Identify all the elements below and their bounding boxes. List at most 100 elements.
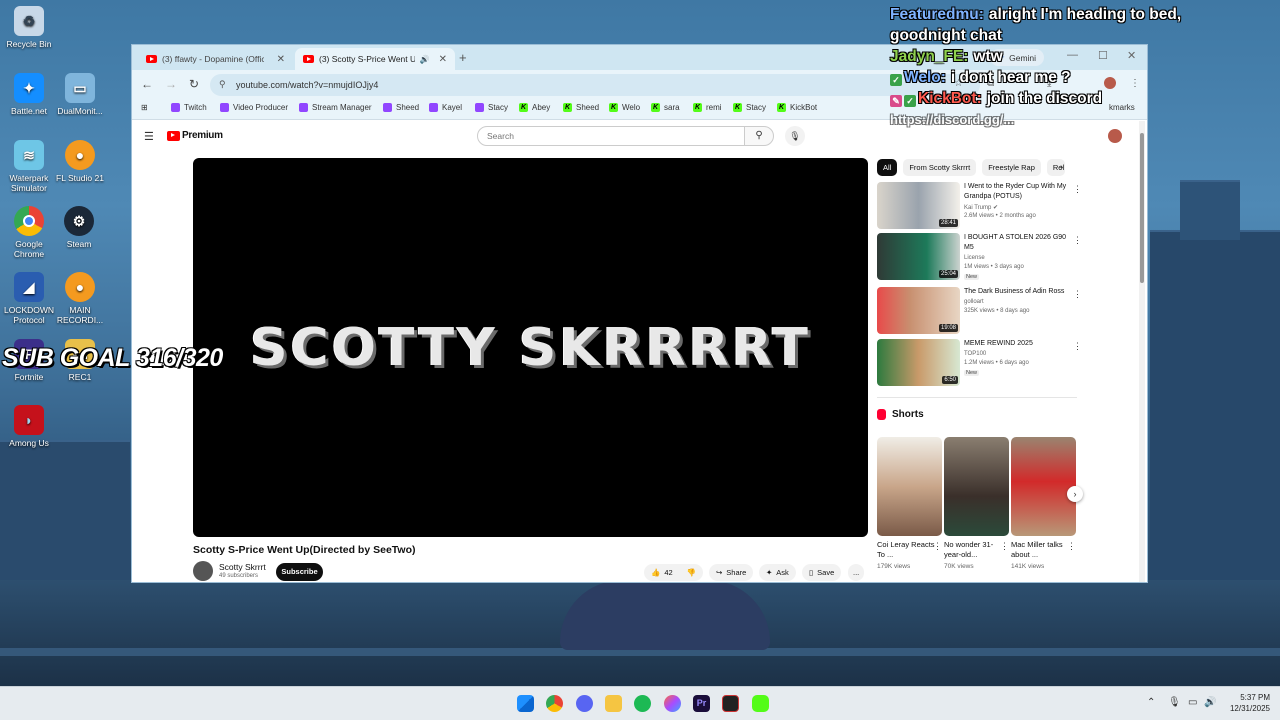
more-options-icon[interactable]: ⋮ xyxy=(1073,341,1082,352)
desktop-icon-waterpark[interactable]: ≋ Waterpark Simulator xyxy=(1,140,57,193)
youtube-favicon-icon xyxy=(146,55,157,63)
chrome-icon[interactable] xyxy=(546,695,563,712)
bookmark-kickbot[interactable]: K KickBot xyxy=(777,103,817,112)
recommendation-item[interactable]: 25:04 I BOUGHT A STOLEN 2026 G90 M5 Lice… xyxy=(877,233,1087,281)
desktop-icon-steam[interactable]: ⚙ Steam xyxy=(51,206,107,249)
thumbs-down-icon[interactable]: 👎 xyxy=(687,568,696,577)
save-button[interactable]: ▯ Save xyxy=(802,564,842,581)
desktop-icon-chrome[interactable]: Google Chrome xyxy=(1,206,57,259)
bookmark-video-producer[interactable]: Video Producer xyxy=(220,103,288,112)
desktop-icon-label: REC1 xyxy=(68,372,92,382)
desktop-icon-fl-studio[interactable]: ● FL Studio 21 xyxy=(52,140,108,183)
desktop-icon-label: Waterpark Simulator xyxy=(9,173,49,193)
more-options-icon[interactable]: ⋮ xyxy=(1073,235,1082,246)
desktop-icon-battlenet[interactable]: ✦ Battle.net xyxy=(1,73,57,116)
more-options-icon[interactable]: ⋮ xyxy=(1073,289,1082,300)
address-bar[interactable]: ⚲ youtube.com/watch?v=nmujdIOJjy4 xyxy=(210,74,980,96)
desktop-icon-lockdown[interactable]: ◢ LOCKDOWN Protocol xyxy=(1,272,57,325)
desktop-icon-label: MAIN RECORDI... xyxy=(56,305,104,325)
channel-name[interactable]: Scotty Skrrrt xyxy=(219,562,266,572)
rec-meta: 1.2M views • 6 days ago xyxy=(964,360,1029,366)
desktop-icon-main-recording[interactable]: ● MAIN RECORDI... xyxy=(52,272,108,325)
reload-button[interactable]: ↻ xyxy=(189,77,199,91)
new-tab-button[interactable]: + xyxy=(459,50,467,65)
short-thumbnail xyxy=(877,437,942,536)
chevron-up-icon[interactable]: ⌃ xyxy=(1147,697,1155,708)
back-button[interactable]: ← xyxy=(141,77,153,91)
chip-all[interactable]: All xyxy=(877,159,898,176)
bookmark-stacy-kick[interactable]: K Stacy xyxy=(733,103,766,112)
network-icon[interactable]: ▭ xyxy=(1188,697,1197,708)
search-button[interactable]: ⚲ xyxy=(744,126,774,146)
youtube-logo-icon xyxy=(167,130,180,141)
more-options-icon[interactable]: ⋮ xyxy=(1067,541,1076,552)
short-title: No wonder 31-year-old... xyxy=(944,540,994,559)
scrollbar-thumb[interactable] xyxy=(1140,133,1144,283)
short-item[interactable]: No wonder 31-year-old... 70K views ⋮ xyxy=(944,437,1009,570)
discord-icon[interactable] xyxy=(576,695,593,712)
more-options-icon[interactable]: ⋮ xyxy=(1000,541,1009,552)
recommendation-item[interactable]: 28:41 I Went to the Ryder Cup With My Gr… xyxy=(877,182,1087,230)
account-avatar[interactable] xyxy=(1108,129,1122,143)
short-item[interactable]: Mac Miller talks about ... 141K views ⋮ xyxy=(1011,437,1076,570)
bookmark-stream-manager[interactable]: Stream Manager xyxy=(299,103,372,112)
site-info-icon[interactable]: ⚲ xyxy=(219,79,226,90)
more-options-icon[interactable]: ⋮ xyxy=(933,541,942,552)
bookmark-sheed-kick[interactable]: K Sheed xyxy=(563,103,599,112)
desktop-icon-recycle-bin[interactable]: ♻ Recycle Bin xyxy=(1,6,57,49)
bookmark-stacy[interactable]: Stacy xyxy=(475,103,508,112)
chip-freestyle-rap[interactable]: Freestyle Rap xyxy=(982,159,1041,176)
youtube-premium-logo[interactable]: Premium xyxy=(167,130,223,141)
more-actions-button[interactable]: ... xyxy=(848,564,865,581)
bookmark-kayel[interactable]: Kayel xyxy=(429,103,462,112)
streaming-app-icon[interactable] xyxy=(722,695,739,712)
more-options-icon[interactable]: ⋮ xyxy=(1073,184,1082,195)
bookmark-welo[interactable]: K Welo xyxy=(609,103,640,112)
microphone-icon[interactable]: 🎙 xyxy=(1168,697,1181,708)
close-tab-icon[interactable]: ✕ xyxy=(277,54,285,65)
tab-scotty[interactable]: (3) Scotty S-Price Went Up( 🔊 ✕ xyxy=(295,48,455,70)
speaker-icon[interactable]: 🔊 xyxy=(420,55,430,64)
share-button[interactable]: ↪ Share xyxy=(709,564,754,581)
forward-button[interactable]: → xyxy=(165,77,177,91)
file-explorer-icon[interactable] xyxy=(605,695,622,712)
short-views: 141K views xyxy=(1011,563,1045,570)
close-tab-icon[interactable]: ✕ xyxy=(439,54,447,65)
menu-hamburger-icon[interactable]: ☰ xyxy=(144,130,154,143)
channel-avatar[interactable] xyxy=(193,561,213,581)
like-button[interactable]: 👍 42 👎 xyxy=(644,564,704,581)
bookmark-remi[interactable]: Kremi xyxy=(693,103,722,112)
bookmark-icon: ▯ xyxy=(809,568,814,577)
voice-search-button[interactable]: 🎙 xyxy=(785,126,805,146)
spotify-icon[interactable] xyxy=(634,695,651,712)
apps-icon[interactable]: ⊞ xyxy=(141,103,148,112)
subscriber-count: 49 subscribers xyxy=(219,573,259,579)
ask-button[interactable]: ✦ Ask xyxy=(759,564,796,581)
short-item[interactable]: Coi Leray Reacts To ... 179K views ⋮ xyxy=(877,437,942,570)
bookmark-sara[interactable]: Ksara xyxy=(651,103,680,112)
subscribe-button[interactable]: Subscribe xyxy=(276,563,323,581)
desktop-icon-dualmonitor[interactable]: ▭ DualMonit... xyxy=(52,73,108,116)
recommendation-item[interactable]: 19:08 The Dark Business of Adin Ross gol… xyxy=(877,287,1087,335)
bookmark-abey[interactable]: K Abey xyxy=(519,103,550,112)
logo-text: Premium xyxy=(182,130,223,141)
bookmark-label: Sheed xyxy=(396,103,420,112)
shorts-next-button[interactable]: › xyxy=(1067,486,1083,502)
desktop-icon-among-us[interactable]: ◗ Among Us xyxy=(1,405,57,448)
premiere-pro-icon[interactable]: Pr xyxy=(693,695,710,712)
bookmark-twitch[interactable]: Twitch xyxy=(171,103,207,112)
volume-icon[interactable]: 🔊 xyxy=(1204,697,1216,708)
desktop-icon-label: Recycle Bin xyxy=(6,39,52,49)
windows-start-icon[interactable] xyxy=(517,695,534,712)
bookmark-sheed[interactable]: Sheed xyxy=(383,103,419,112)
chevron-right-icon[interactable]: › xyxy=(1060,162,1063,173)
system-clock[interactable]: 5:37 PM 12/31/2025 xyxy=(1224,692,1270,714)
page-scrollbar[interactable] xyxy=(1139,121,1145,582)
recommendation-item[interactable]: 6:50 MEME REWIND 2025 TOP100 1.2M views … xyxy=(877,339,1087,387)
kick-app-icon[interactable] xyxy=(752,695,769,712)
chip-from-channel[interactable]: From Scotty Skrrrt xyxy=(903,159,977,176)
copilot-icon[interactable] xyxy=(664,695,681,712)
video-player[interactable]: SCOTTY SKRRRRT xyxy=(193,158,868,537)
search-input[interactable] xyxy=(477,126,745,146)
tab-dopamine[interactable]: (3) ffawty - Dopamine (Official ✕ xyxy=(138,48,293,70)
